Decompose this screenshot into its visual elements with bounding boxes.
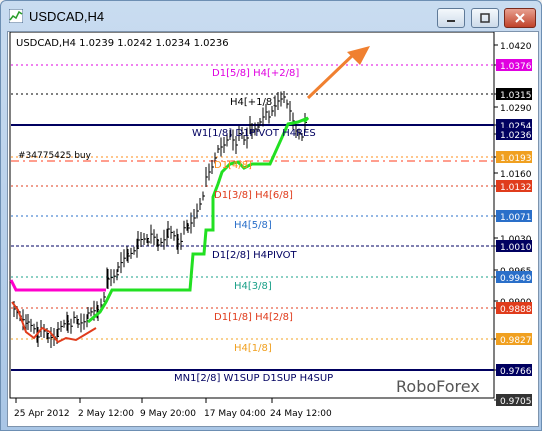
chart-window: USDCAD,H4 D1[5/8] H4[+2/8] H4[+1/8] W1[1…	[0, 0, 542, 431]
price-axis-label: 0.9705	[500, 397, 532, 407]
maximize-button[interactable]	[471, 8, 499, 28]
order-label: #34775425 buy	[18, 151, 92, 161]
red-trailing-line	[11, 301, 97, 344]
price-axis-label: 1.0376	[500, 62, 532, 72]
level-label-h4-3-8: H4[3/8]	[234, 281, 272, 292]
price-axis-label: 1.0236	[500, 131, 532, 141]
level-label-h4-1-8: H4[1/8]	[234, 343, 272, 354]
price-axis: 1.04201.03761.03151.02901.02541.02361.01…	[494, 42, 532, 407]
level-label-d1-4-8: D1[4/8]	[214, 160, 252, 171]
close-button[interactable]	[504, 8, 536, 28]
green-trailing-line	[87, 116, 310, 324]
price-axis-label: 0.9949	[500, 274, 532, 284]
time-axis-label: 25 Apr 2012	[14, 409, 70, 419]
time-axis-label: 2 May 12:00	[78, 409, 134, 419]
minimize-button[interactable]	[437, 8, 465, 28]
price-axis-label: 1.0071	[500, 213, 532, 223]
price-axis-label: 1.0315	[500, 91, 532, 101]
close-icon	[515, 13, 525, 23]
level-label-w1-1-8: W1[1/8] D1PIVOT H4RES	[192, 128, 316, 139]
chart-area[interactable]: D1[5/8] H4[+2/8] H4[+1/8] W1[1/8] D1PIVO…	[7, 31, 539, 427]
level-label-h4-5-8: H4[5/8]	[234, 220, 272, 231]
time-axis-label: 24 May 12:00	[270, 409, 332, 419]
title-bar[interactable]: USDCAD,H4	[1, 1, 541, 31]
window-title: USDCAD,H4	[29, 9, 105, 24]
level-label-h4-plus-1-8: H4[+1/8]	[230, 97, 276, 108]
price-axis-label: 1.0160	[500, 170, 532, 180]
magenta-support-line	[9, 279, 106, 292]
level-label-mn1-2-8: MN1[2/8] W1SUP D1SUP H4SUP	[174, 373, 333, 384]
maximize-icon	[480, 13, 490, 23]
trend-arrow	[306, 46, 370, 100]
price-axis-label: 1.0132	[500, 183, 532, 193]
time-axis-label: 9 May 20:00	[140, 409, 196, 419]
price-axis-label: 0.9827	[500, 336, 532, 346]
chart-app-icon	[9, 9, 23, 23]
level-label-d1-3-8: D1[3/8] H4[6/8]	[214, 190, 293, 201]
time-axis-label: 17 May 04:00	[204, 409, 266, 419]
price-chart[interactable]: D1[5/8] H4[+2/8] H4[+1/8] W1[1/8] D1PIVO…	[8, 31, 538, 426]
price-axis-label: 0.9888	[500, 305, 532, 315]
price-axis-label: 1.0290	[500, 104, 532, 114]
price-axis-label: 1.0010	[500, 243, 532, 253]
price-axis-label: 1.0420	[500, 42, 532, 52]
watermark: RoboForex	[396, 377, 480, 396]
level-label-d1-2-8: D1[2/8] H4PIVOT	[212, 250, 298, 261]
price-axis-label: 1.0193	[500, 154, 532, 164]
level-label-d1-1-8: D1[1/8] H4[2/8]	[214, 312, 293, 323]
level-label-d1-5-8: D1[5/8] H4[+2/8]	[212, 68, 299, 79]
time-axis: 25 Apr 2012 2 May 12:00 9 May 20:00 17 May …	[14, 398, 332, 419]
symbol-info-line: USDCAD,H4 1.0239 1.0242 1.0234 1.0236	[16, 38, 229, 49]
minimize-icon	[447, 20, 455, 22]
price-axis-label: 0.9766	[500, 367, 532, 377]
